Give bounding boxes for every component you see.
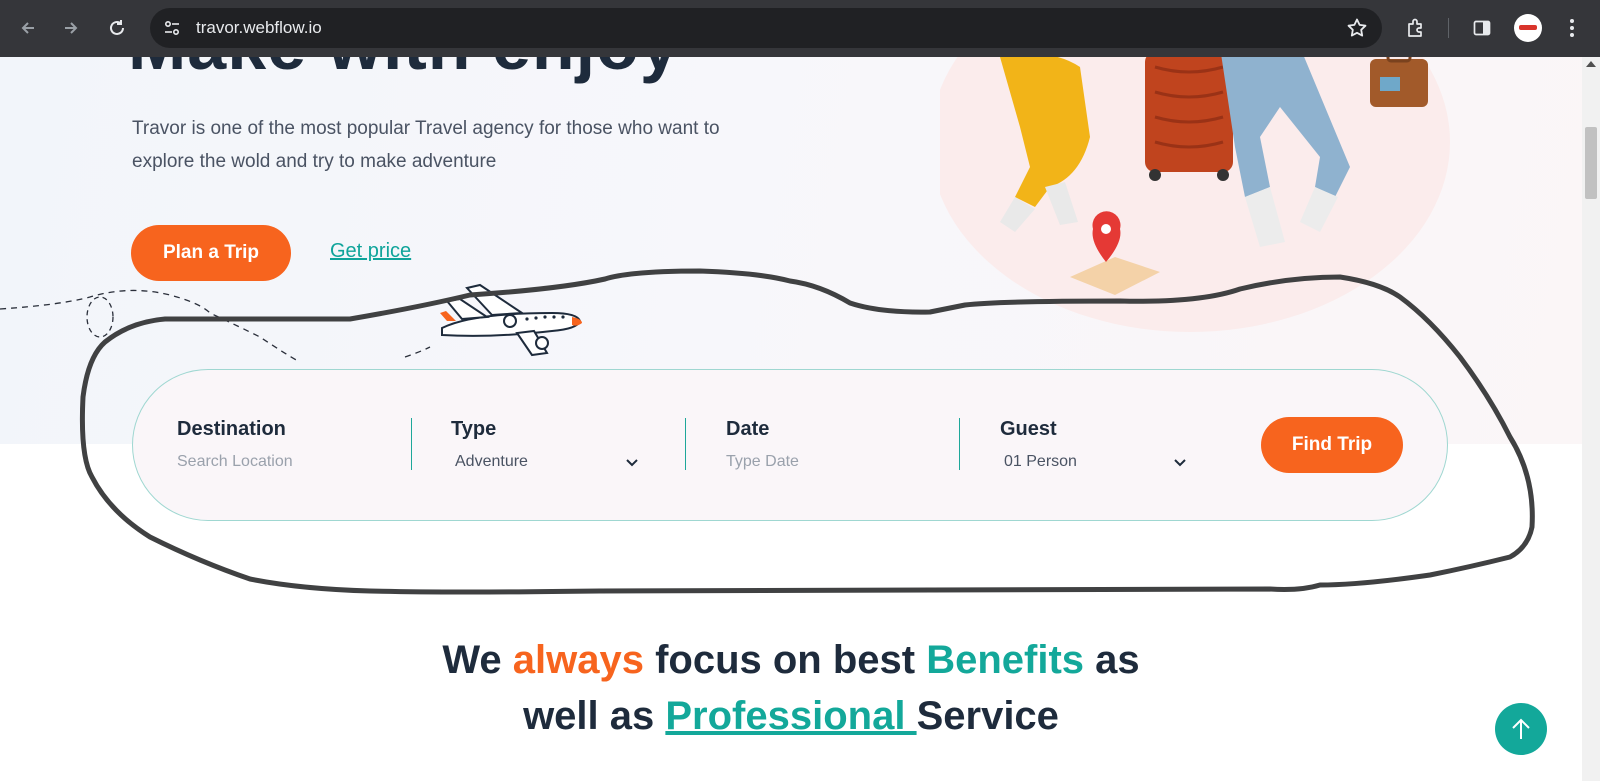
find-trip-button[interactable]: Find Trip <box>1261 417 1403 473</box>
side-panel-icon[interactable] <box>1466 12 1498 44</box>
bookmark-star-icon[interactable] <box>1346 17 1368 44</box>
scroll-to-top-button[interactable] <box>1495 703 1547 755</box>
heading-highlight-professional: Professional <box>665 694 917 738</box>
flight-path-decoration <box>0 289 431 363</box>
menu-kebab-icon[interactable] <box>1556 12 1588 44</box>
back-icon[interactable] <box>12 12 44 44</box>
field-divider <box>959 418 960 470</box>
type-select[interactable]: Adventure <box>455 453 528 471</box>
heading-text: as <box>1084 638 1140 682</box>
guest-select[interactable]: 01 Person <box>1004 453 1077 471</box>
heading-highlight-always: always <box>512 638 644 682</box>
date-label: Date <box>726 418 770 440</box>
browser-toolbar: travor.webflow.io <box>0 0 1600 57</box>
type-label: Type <box>451 418 497 440</box>
address-bar[interactable]: travor.webflow.io <box>150 8 1382 48</box>
scrollbar-thumb[interactable] <box>1585 127 1597 199</box>
toolbar-separator <box>1448 18 1449 38</box>
destination-input[interactable]: Search Location <box>177 453 293 471</box>
scroll-up-arrow-icon[interactable] <box>1586 61 1596 67</box>
site-settings-icon[interactable] <box>162 18 182 43</box>
benefits-heading: We always focus on best Benefits as well… <box>0 632 1582 744</box>
extensions-icon[interactable] <box>1400 12 1432 44</box>
heading-highlight-benefits: Benefits <box>926 638 1085 682</box>
get-price-link[interactable]: Get price <box>330 240 411 263</box>
heading-text: We <box>442 638 513 682</box>
forward-icon[interactable] <box>55 12 87 44</box>
trip-search-form: Destination Search Location Type Adventu… <box>132 369 1448 521</box>
heading-text: Service <box>916 694 1059 738</box>
page-viewport: Make with enjoy Travor is one of the mos… <box>0 57 1582 781</box>
destination-field[interactable]: Destination Search Location <box>177 418 293 471</box>
guest-field[interactable]: Guest 01 Person <box>1000 418 1077 471</box>
heading-text: well as <box>523 694 666 738</box>
chevron-down-icon[interactable] <box>625 458 639 468</box>
hero-title: Make with enjoy <box>128 57 680 85</box>
reload-icon[interactable] <box>101 12 133 44</box>
page-scrollbar[interactable] <box>1582 57 1600 781</box>
date-input[interactable]: Type Date <box>726 453 799 471</box>
field-divider <box>411 418 412 470</box>
guest-label: Guest <box>1000 418 1057 440</box>
profile-avatar[interactable] <box>1514 14 1542 42</box>
plan-trip-button[interactable]: Plan a Trip <box>131 225 291 281</box>
hero-description: Travor is one of the most popular Travel… <box>132 118 720 172</box>
airplane-illustration <box>440 283 582 357</box>
destination-label: Destination <box>177 418 286 440</box>
url-text[interactable]: travor.webflow.io <box>196 18 322 38</box>
hero-travelers-illustration <box>940 57 1450 332</box>
date-field[interactable]: Date Type Date <box>726 418 799 471</box>
field-divider <box>685 418 686 470</box>
type-field[interactable]: Type Adventure <box>451 418 528 471</box>
heading-text: focus on best <box>643 638 927 682</box>
chevron-down-icon[interactable] <box>1173 458 1187 468</box>
arrow-up-icon <box>1512 718 1530 739</box>
